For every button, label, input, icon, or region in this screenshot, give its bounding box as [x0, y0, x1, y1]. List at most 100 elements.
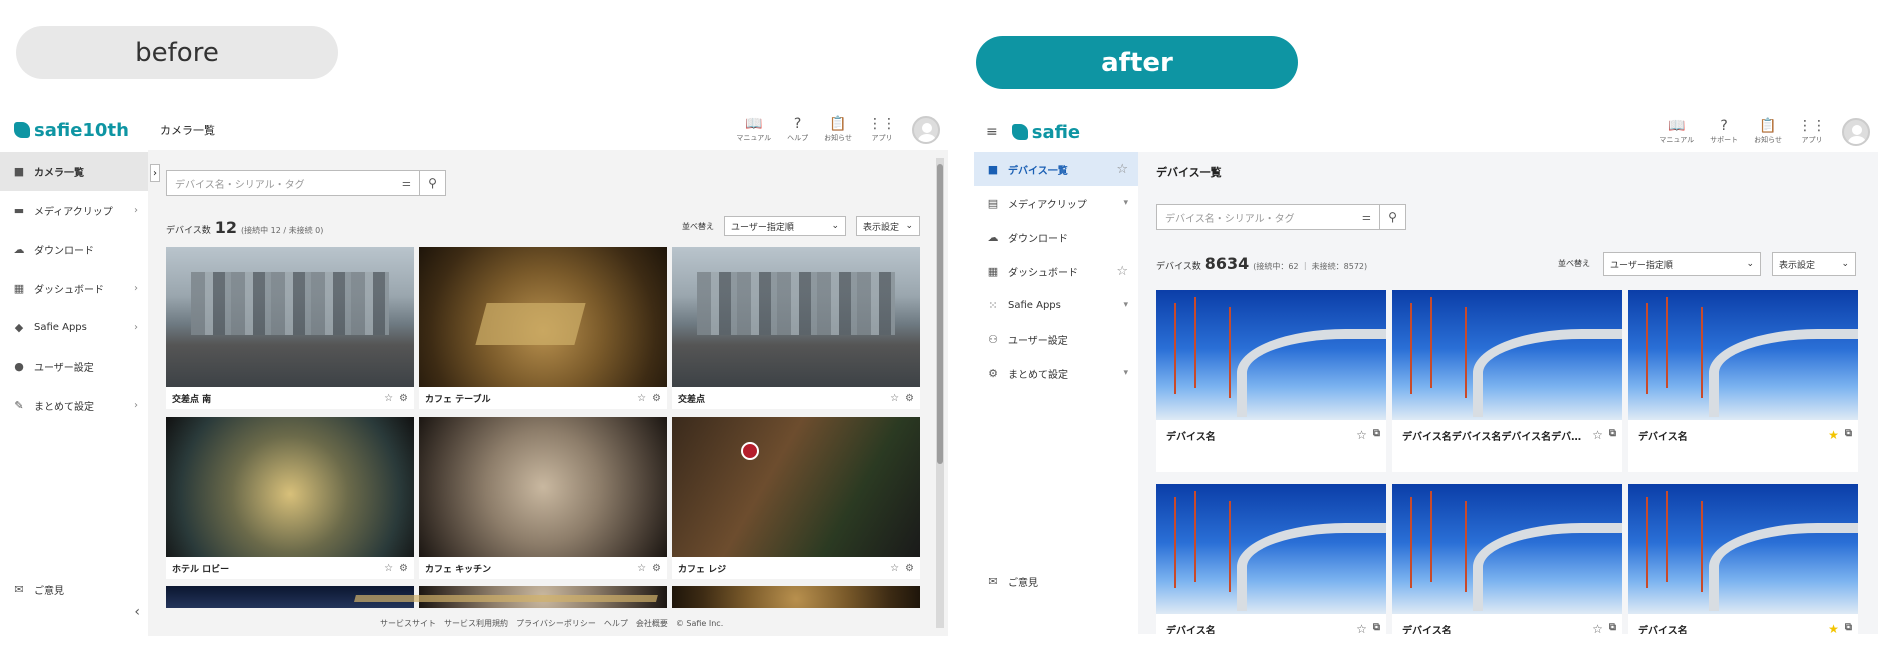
device-settings-icon[interactable]: ⧉ [1845, 428, 1852, 439]
partial-thumbnail[interactable] [672, 586, 920, 608]
star-icon[interactable]: ☆ [1116, 264, 1128, 279]
device-card[interactable]: デバイス名 ★ ⧉ [1628, 290, 1858, 472]
help-button[interactable]: ? ヘルプ [787, 117, 808, 143]
sort-select[interactable]: ユーザー指定順 ⌄ [724, 216, 846, 236]
device-card[interactable]: デバイス名 ☆ ⧉ [1156, 290, 1386, 472]
search-button[interactable]: ⚲ [420, 170, 446, 196]
camera-thumbnail[interactable] [672, 247, 920, 387]
apps-button[interactable]: ⋮⋮ アプリ [868, 117, 896, 143]
camera-card[interactable]: ホテル ロビー ☆ ⚙ [166, 417, 414, 579]
device-thumbnail[interactable] [1628, 290, 1858, 420]
camera-grid: 交差点 南 ☆ ⚙ カフェ テーブル ☆ ⚙ 交差点 ☆ ⚙ ホテル ロビー ☆ ⚙ カフェ キッチン ☆… [166, 247, 920, 579]
device-card[interactable]: デバイス名 ☆ ⧉ [1392, 484, 1622, 634]
camera-thumbnail[interactable] [419, 247, 667, 387]
gear-icon[interactable]: ⚙ [399, 563, 408, 574]
device-thumbnail[interactable] [1392, 484, 1622, 614]
sidebar-item[interactable]: ▤ メディアクリップ ▾ [974, 186, 1138, 220]
apps-button[interactable]: ⋮⋮ アプリ [1798, 119, 1826, 145]
menu-icon[interactable]: ≡ [986, 124, 998, 140]
feedback-link[interactable]: ✉ ご意見 [974, 562, 1138, 601]
device-settings-icon[interactable]: ⧉ [1609, 622, 1616, 633]
star-icon[interactable]: ☆ [384, 563, 393, 574]
sidebar-item[interactable]: ▬ メディアクリップ › [0, 191, 148, 230]
search-button[interactable]: ⚲ [1380, 204, 1406, 230]
camera-card[interactable]: 交差点 ☆ ⚙ [672, 247, 920, 409]
collapse-sidebar-icon[interactable]: ‹ [134, 604, 140, 620]
star-icon[interactable]: ☆ [1356, 622, 1367, 634]
sidebar-item[interactable]: ▦ ダッシュボード › [0, 269, 148, 308]
avatar[interactable] [912, 116, 940, 144]
support-button[interactable]: ? サポート [1710, 119, 1738, 145]
sidebar-item[interactable]: ⚙ まとめて設定 ▾ [974, 356, 1138, 390]
search-input[interactable]: デバイス名・シリアル・タグ ⚌ [1156, 204, 1380, 230]
device-thumbnail[interactable] [1156, 484, 1386, 614]
star-icon[interactable]: ☆ [890, 393, 899, 404]
sidebar-item[interactable]: ⚇ ユーザー設定 [974, 322, 1138, 356]
scrollbar[interactable] [936, 158, 944, 628]
display-settings-select[interactable]: 表示設定 ⌄ [856, 216, 920, 236]
search-input[interactable]: デバイス名・シリアル・タグ ⚌ [166, 170, 420, 196]
safie-logo[interactable]: safie [1011, 122, 1080, 143]
device-card[interactable]: デバイス名 ☆ ⧉ [1156, 484, 1386, 634]
scrollbar-thumb[interactable] [937, 164, 943, 464]
camera-card[interactable]: カフェ レジ ☆ ⚙ [672, 417, 920, 579]
expand-panel-icon[interactable]: › [150, 164, 160, 182]
sidebar-item[interactable]: ◆ Safie Apps › [0, 308, 148, 347]
device-settings-icon[interactable]: ⧉ [1373, 428, 1380, 439]
notice-button[interactable]: 📋 お知らせ [1754, 119, 1782, 145]
device-settings-icon[interactable]: ⧉ [1845, 622, 1852, 633]
manual-button[interactable]: 📖 マニュアル [1659, 119, 1694, 145]
gear-icon[interactable]: ⚙ [905, 563, 914, 574]
safie-apps-icon: ⁙ [988, 298, 998, 312]
star-icon[interactable]: ★ [1828, 428, 1839, 442]
feedback-link[interactable]: ✉ ご意見 [0, 570, 148, 609]
filter-icon[interactable]: ⚌ [1362, 212, 1371, 223]
sidebar-item[interactable]: ▦ ダッシュボード ☆ [974, 254, 1138, 288]
sidebar-item[interactable]: ☁ ダウンロード [0, 230, 148, 269]
star-icon[interactable]: ☆ [637, 393, 646, 404]
sidebar-item[interactable]: ■ デバイス一覧 ☆ [974, 152, 1138, 186]
device-settings-icon[interactable]: ⧉ [1373, 622, 1380, 633]
camera-thumbnail[interactable] [672, 417, 920, 557]
device-card[interactable]: デバイス名デバイス名デバイス名デバイス名 ☆ ⧉ [1392, 290, 1622, 472]
camera-card[interactable]: 交差点 南 ☆ ⚙ [166, 247, 414, 409]
camera-card[interactable]: カフェ キッチン ☆ ⚙ [419, 417, 667, 579]
sidebar-item[interactable]: ● ユーザー設定 [0, 347, 148, 386]
star-icon[interactable]: ☆ [1356, 428, 1367, 442]
device-settings-icon[interactable]: ⧉ [1609, 428, 1616, 439]
camera-card[interactable]: カフェ テーブル ☆ ⚙ [419, 247, 667, 409]
device-thumbnail[interactable] [1156, 290, 1386, 420]
chevron-down-icon[interactable]: ▾ [1123, 368, 1128, 378]
camera-thumbnail[interactable] [166, 417, 414, 557]
gear-icon[interactable]: ⚙ [905, 393, 914, 404]
star-icon[interactable]: ☆ [1592, 428, 1603, 442]
chevron-down-icon[interactable]: ▾ [1123, 300, 1128, 310]
star-icon[interactable]: ☆ [1116, 162, 1128, 177]
camera-thumbnail[interactable] [166, 247, 414, 387]
footer-links[interactable]: サービスサイト サービス利用規約 プライバシーポリシー ヘルプ 会社概要 © S… [380, 618, 723, 629]
device-thumbnail[interactable] [1628, 484, 1858, 614]
gear-icon[interactable]: ⚙ [399, 393, 408, 404]
star-icon[interactable]: ☆ [384, 393, 393, 404]
star-icon[interactable]: ☆ [1592, 622, 1603, 634]
sidebar-item[interactable]: ☁ ダウンロード [974, 220, 1138, 254]
camera-thumbnail[interactable] [419, 417, 667, 557]
star-icon[interactable]: ☆ [890, 563, 899, 574]
sidebar-item[interactable]: ■ カメラ一覧 [0, 152, 148, 191]
chevron-down-icon[interactable]: ▾ [1123, 198, 1128, 208]
notice-button[interactable]: 📋 お知らせ [824, 117, 852, 143]
filter-icon[interactable]: ⚌ [402, 178, 411, 189]
sidebar-item[interactable]: ✎ まとめて設定 › [0, 386, 148, 425]
sort-select[interactable]: ユーザー指定順 ⌄ [1603, 252, 1761, 276]
safie-logo[interactable]: safie10th [14, 120, 129, 141]
star-icon[interactable]: ★ [1828, 622, 1839, 634]
gear-icon[interactable]: ⚙ [652, 393, 661, 404]
sidebar-item[interactable]: ⁙ Safie Apps ▾ [974, 288, 1138, 322]
manual-button[interactable]: 📖 マニュアル [736, 117, 771, 143]
avatar[interactable] [1842, 118, 1870, 146]
display-settings-select[interactable]: 表示設定 ⌄ [1772, 252, 1856, 276]
device-thumbnail[interactable] [1392, 290, 1622, 420]
star-icon[interactable]: ☆ [637, 563, 646, 574]
device-card[interactable]: デバイス名 ★ ⧉ [1628, 484, 1858, 634]
gear-icon[interactable]: ⚙ [652, 563, 661, 574]
